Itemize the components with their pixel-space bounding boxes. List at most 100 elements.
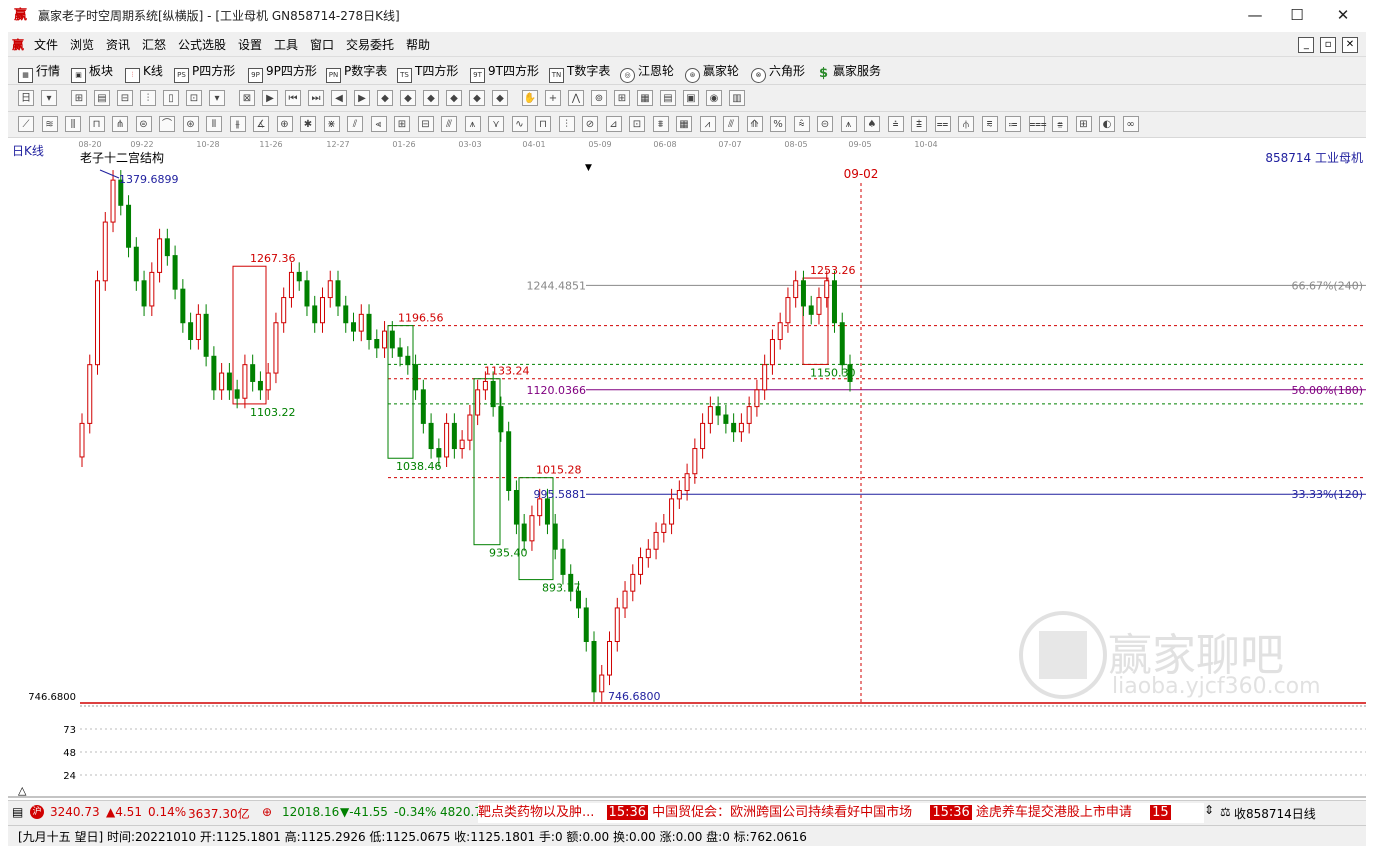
drawing-tool-icon[interactable]: ⩮ (887, 116, 904, 132)
tool-button-icon[interactable]: + (545, 90, 561, 106)
kline-chart[interactable]: 08-20 09-22 10-28 11-26 12-27 01-26 03-03 04-01… (8, 138, 1366, 798)
maximize-button[interactable]: ☐ (1274, 0, 1320, 31)
nav-winner-wheel[interactable]: ⊛ 赢家轮 (685, 62, 739, 83)
sz-index-value[interactable]: 12018.16 (282, 805, 339, 819)
drawing-tool-icon[interactable]: ⩳ (981, 116, 998, 132)
drawing-tool-icon[interactable]: ◐ (1099, 116, 1115, 132)
tool-button-icon[interactable]: ◆ (377, 90, 393, 106)
tool-button-icon[interactable]: ▶ (354, 90, 370, 106)
drawing-tool-icon[interactable]: ⩩ (652, 116, 669, 132)
tool-button-icon[interactable]: ▯ (163, 90, 179, 106)
drawing-tool-icon[interactable]: ⩚ (840, 116, 857, 132)
nav-t-table[interactable]: TN T数字表 (549, 62, 610, 83)
menu-formula[interactable]: 公式选股 (178, 36, 226, 53)
tool-button-icon[interactable]: ⊡ (186, 90, 202, 106)
drawing-tool-icon[interactable]: ∞ (1122, 116, 1139, 132)
nav-blocks[interactable]: ▣ 板块 (71, 62, 113, 83)
menu-info[interactable]: 资讯 (106, 36, 130, 53)
tool-button-icon[interactable]: ⏮ (285, 90, 301, 106)
menu-help[interactable]: 帮助 (406, 36, 430, 53)
drawing-tool-icon[interactable]: ⋎ (488, 116, 504, 132)
menu-tools[interactable]: 工具 (274, 36, 298, 53)
tool-button-icon[interactable]: ⋀ (568, 90, 584, 106)
nav-gann-wheel[interactable]: ◎ 江恩轮 (620, 62, 674, 83)
drawing-tool-icon[interactable]: ⊛ (182, 116, 199, 132)
news-text-1[interactable]: 中国贸促会：欧洲跨国公司持续看好中国市场 (652, 805, 912, 820)
nav-9p-square[interactable]: 9P 9P四方形 (248, 62, 317, 83)
drawing-tool-icon[interactable]: ⫴ (206, 116, 222, 132)
drawing-tool-icon[interactable]: ⊝ (817, 116, 833, 132)
drawing-tool-icon[interactable]: ⊓ (88, 116, 105, 132)
tool-button-icon[interactable]: ✋ (522, 90, 538, 106)
menu-browse[interactable]: 浏览 (70, 36, 94, 53)
tool-button-icon[interactable]: ◉ (706, 90, 722, 106)
menu-trade[interactable]: 交易委托 (346, 36, 394, 53)
news-text-2[interactable]: 途虎养车提交港股上市申请 (976, 805, 1132, 820)
drawing-tool-icon[interactable]: ⊘ (582, 116, 598, 132)
menu-window[interactable]: 窗口 (310, 36, 334, 53)
drawing-tool-icon[interactable]: ⊟ (417, 116, 434, 132)
nav-9t-square[interactable]: 9T 9T四方形 (470, 62, 539, 83)
mdi-restore-button[interactable]: ▫ (1320, 37, 1337, 53)
tool-button-icon[interactable]: ▾ (209, 90, 225, 106)
drawing-tool-icon[interactable]: ⩯ (793, 116, 810, 132)
drawing-tool-icon[interactable]: ⫼ (65, 116, 81, 132)
nav-service[interactable]: $ 赢家服务 (817, 62, 881, 80)
tool-button-icon[interactable]: ▥ (729, 90, 745, 106)
drawing-tool-icon[interactable]: ⫵ (229, 116, 246, 132)
news-scroll-icon[interactable]: ⇕ (1204, 803, 1214, 817)
drawing-tool-icon[interactable]: % (770, 116, 786, 132)
menu-rage[interactable]: 汇怒 (142, 36, 166, 53)
tool-button-icon[interactable]: ▤ (94, 90, 110, 106)
drawing-tool-icon[interactable]: ⟰ (746, 116, 763, 132)
tool-button-icon[interactable]: ◆ (423, 90, 439, 106)
drawing-tool-icon[interactable]: ⊿ (605, 116, 622, 132)
tool-button-icon[interactable]: ⊞ (71, 90, 87, 106)
nav-quotes[interactable]: ▦ 行情 (18, 62, 60, 83)
tool-button-icon[interactable]: ▣ (683, 90, 699, 106)
menu-settings[interactable]: 设置 (238, 36, 262, 53)
mdi-minimize-button[interactable]: _ (1298, 37, 1315, 53)
drawing-tool-icon[interactable]: ⊓ (535, 116, 551, 132)
tool-button-icon[interactable]: ▤ (660, 90, 676, 106)
drawing-tool-icon[interactable]: ⫛ (958, 116, 974, 132)
tool-button-icon[interactable]: ▶ (262, 90, 278, 106)
drawing-tool-icon[interactable]: ⊡ (629, 116, 645, 132)
volume-up-arrow-icon[interactable]: △ (18, 784, 27, 797)
news-text-0[interactable]: 靶点类药物以及肿... (478, 805, 594, 820)
drawing-tool-icon[interactable]: ⊜ (135, 116, 152, 132)
tool-button-icon[interactable]: ◆ (492, 90, 508, 106)
drawing-tool-icon[interactable]: ⌒ (159, 116, 175, 132)
close-button[interactable]: ✕ (1320, 0, 1366, 31)
chart-area[interactable]: 08-20 09-22 10-28 11-26 12-27 01-26 03-03 04-01… (8, 138, 1366, 798)
drawing-tool-icon[interactable]: ⊞ (1075, 116, 1092, 132)
tool-button-icon[interactable]: ⊚ (591, 90, 607, 106)
tool-button-icon[interactable]: ◆ (400, 90, 416, 106)
nav-t-square[interactable]: TS T四方形 (397, 62, 458, 83)
tool-button-icon[interactable]: ◆ (469, 90, 485, 106)
drawing-tool-icon[interactable]: ⩚ (464, 116, 481, 132)
drawing-tool-icon[interactable]: ∡ (253, 116, 269, 132)
drawing-tool-icon[interactable]: ⊞ (394, 116, 410, 132)
drawing-tool-icon[interactable]: ⩲ (911, 116, 927, 132)
tool-button-icon[interactable]: ⊠ (239, 90, 255, 106)
drawing-tool-icon[interactable]: ⩘ (699, 116, 716, 132)
drawing-tool-icon[interactable]: ⊕ (276, 116, 293, 132)
nav-kline[interactable]: ⫶ K线 (125, 62, 163, 83)
tool-button-icon[interactable]: ▦ (637, 90, 653, 106)
drawing-tool-icon[interactable]: ⫽ (347, 116, 363, 132)
drawing-tool-icon[interactable]: ⫻ (441, 116, 457, 132)
drawing-tool-icon[interactable]: ⫻ (723, 116, 739, 132)
drawing-tool-icon[interactable]: ⩵ (934, 116, 951, 132)
sh-index-value[interactable]: 3240.73 (50, 805, 100, 819)
drawing-tool-icon[interactable]: ∿ (511, 116, 528, 132)
tool-button-icon[interactable]: ⊞ (614, 90, 630, 106)
nav-hexagon[interactable]: ⊗ 六角形 (751, 62, 805, 83)
menu-file[interactable]: 文件 (34, 36, 58, 53)
drawing-tool-icon[interactable]: ≋ (41, 116, 58, 132)
tool-button-icon[interactable]: ◆ (446, 90, 462, 106)
drawing-tool-icon[interactable]: ✱ (300, 116, 316, 132)
drawing-tool-icon[interactable]: ⋇ (323, 116, 340, 132)
tool-button-icon[interactable]: ⫶ (140, 90, 156, 106)
tool-button-icon[interactable]: ▾ (41, 90, 57, 106)
